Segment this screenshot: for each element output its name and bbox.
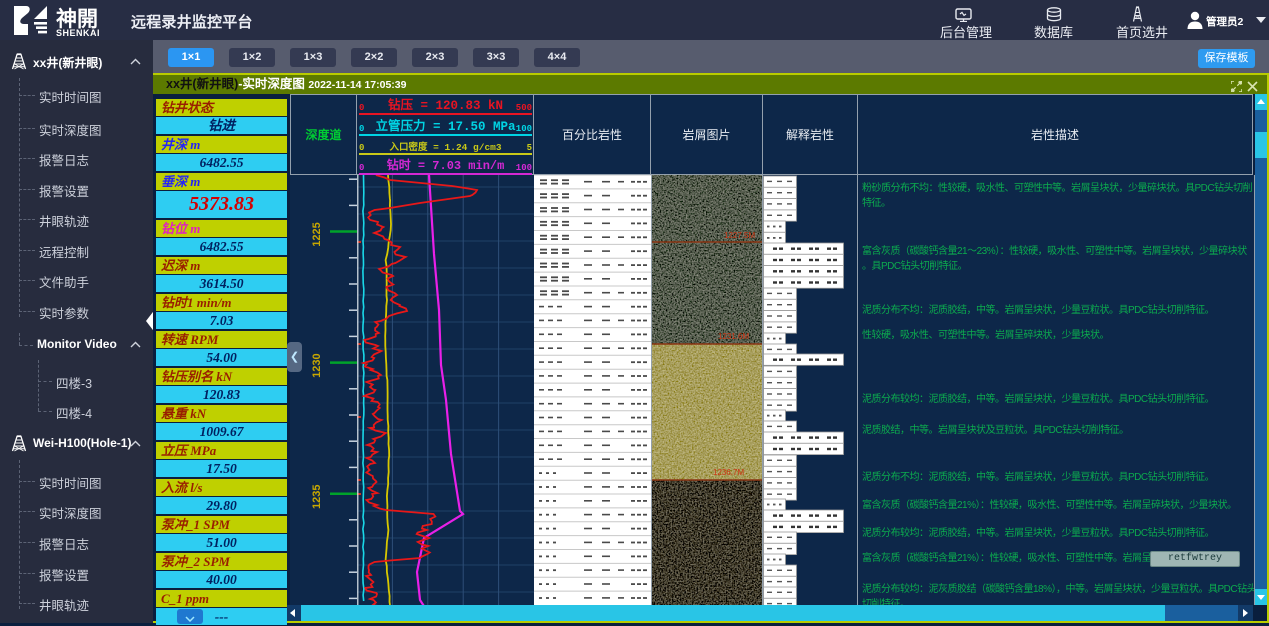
svg-text:1227.5M: 1227.5M bbox=[724, 231, 755, 240]
svg-text:1225: 1225 bbox=[311, 222, 323, 246]
svg-text:1235: 1235 bbox=[311, 484, 323, 508]
svg-text:1231.6M: 1231.6M bbox=[718, 332, 749, 341]
svg-text:1230: 1230 bbox=[311, 353, 323, 377]
svg-text:1236.7M: 1236.7M bbox=[713, 468, 744, 477]
